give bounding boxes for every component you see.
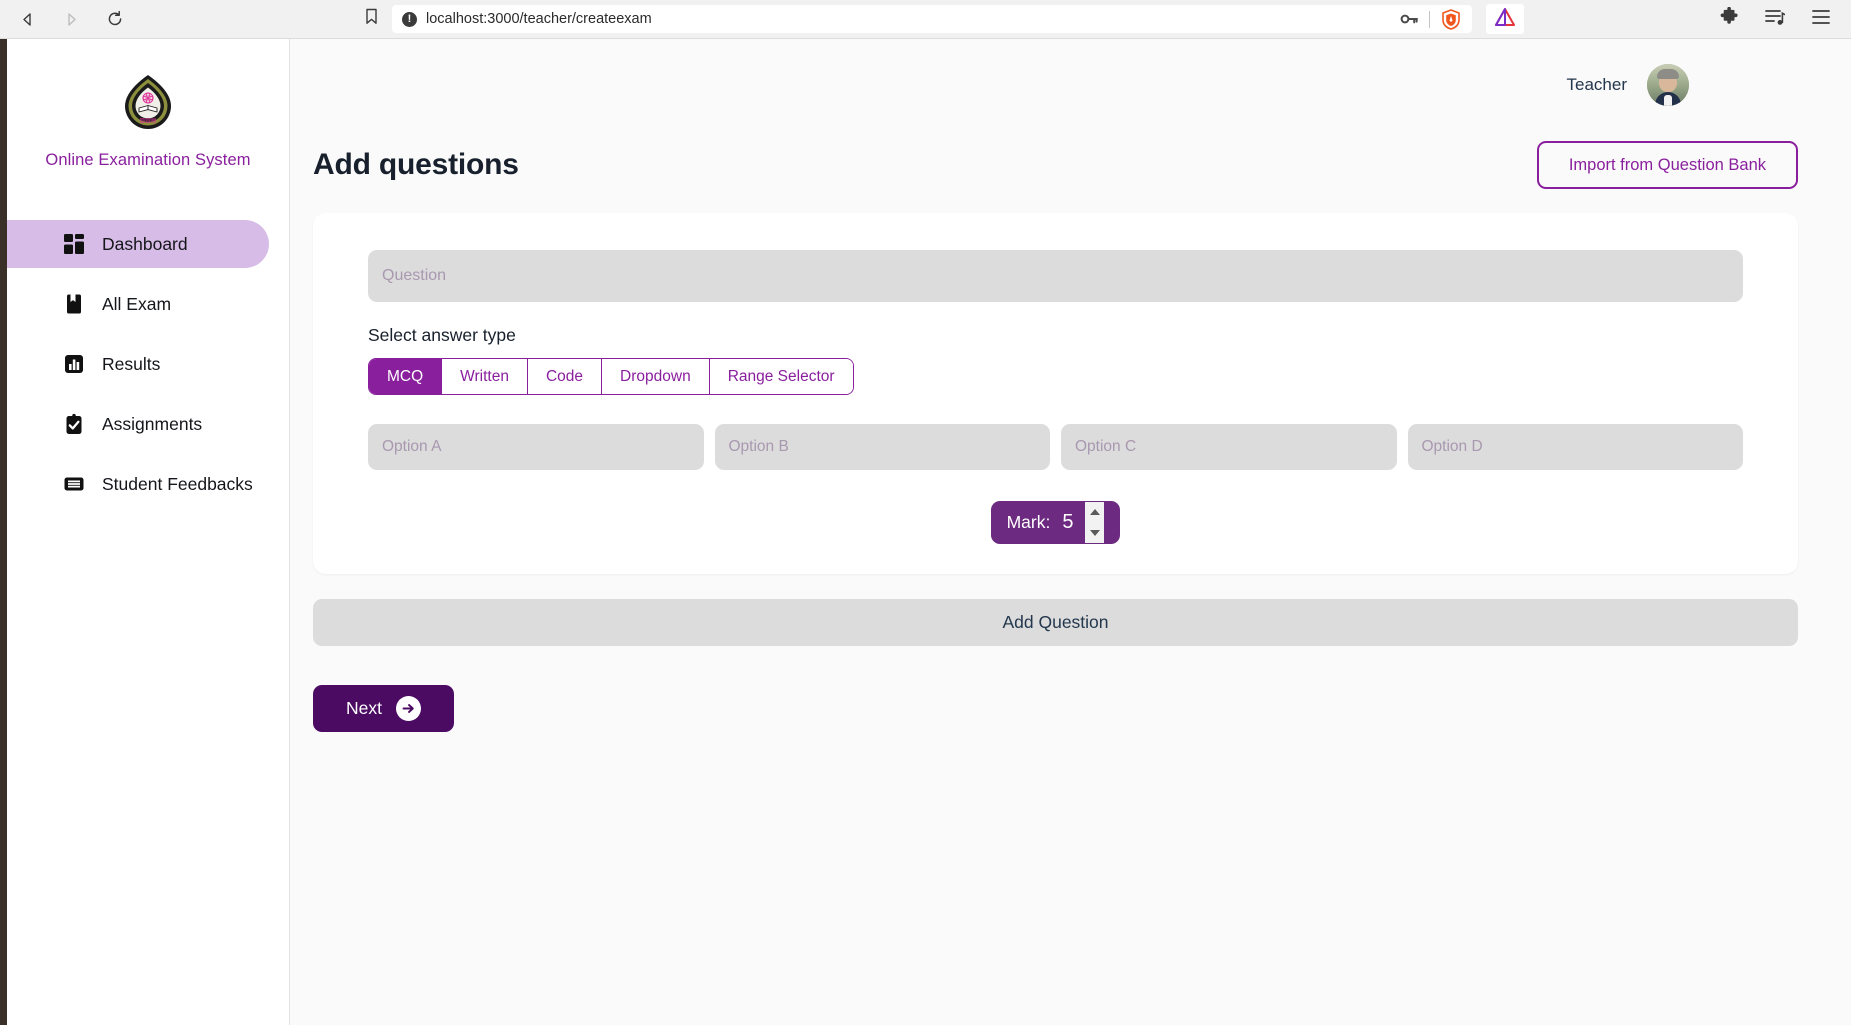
url-text: localhost:3000/teacher/createexam <box>426 11 652 27</box>
forward-arrow-icon <box>63 11 80 28</box>
page-title: Add questions <box>313 148 519 181</box>
mark-value[interactable]: 5 <box>1062 511 1073 534</box>
sidebar-item-results[interactable]: Results <box>7 340 289 388</box>
sidebar-item-student-feedbacks[interactable]: Student Feedbacks <box>7 460 289 508</box>
arrow-right-circle-icon <box>395 696 421 721</box>
playlist-button[interactable] <box>1763 7 1787 31</box>
top-user-bar: Teacher <box>291 39 1851 131</box>
mark-stepper[interactable]: Mark: 5 <box>990 501 1121 544</box>
book-icon <box>62 293 85 316</box>
sidebar-item-assignments[interactable]: Assignments <box>7 400 289 448</box>
option-d-input[interactable] <box>1407 424 1743 470</box>
option-a-input[interactable] <box>368 424 704 470</box>
bookmark-button[interactable] <box>360 8 382 30</box>
import-from-question-bank-button[interactable]: Import from Question Bank <box>1536 141 1798 189</box>
option-c-input[interactable] <box>1061 424 1397 470</box>
avatar-hair <box>1657 69 1679 79</box>
info-icon[interactable]: ! <box>402 11 417 27</box>
sidebar: ▨▧▤ Online Examination System Dashboard <box>7 39 290 1025</box>
option-b-input[interactable] <box>714 424 1050 470</box>
urlbar-right-icons <box>1399 8 1462 30</box>
add-question-button[interactable]: Add Question <box>313 599 1798 646</box>
options-row <box>368 424 1743 470</box>
question-card: Select answer type MCQ Written Code Drop… <box>313 213 1798 574</box>
mark-label: Mark: <box>1006 512 1051 532</box>
svg-text:▨▧▤: ▨▧▤ <box>139 117 156 124</box>
browser-nav-controls <box>0 6 360 32</box>
reload-icon <box>106 10 124 28</box>
brand-title: Online Examination System <box>45 151 251 169</box>
sidebar-item-dashboard[interactable]: Dashboard <box>7 220 269 268</box>
sidebar-item-label: Student Feedbacks <box>102 473 253 494</box>
reload-button[interactable] <box>102 6 128 32</box>
number-spinner-icon[interactable] <box>1085 502 1105 543</box>
playlist-icon <box>1765 8 1786 31</box>
sidebar-item-label: Results <box>102 353 161 374</box>
select-answer-type-label: Select answer type <box>368 325 516 345</box>
main-content: Teacher Add questions Import from Questi… <box>291 39 1851 1025</box>
forward-button[interactable] <box>58 6 84 32</box>
clipboard-check-icon <box>62 413 85 436</box>
next-button[interactable]: Next <box>313 685 454 732</box>
tab-dropdown[interactable]: Dropdown <box>602 359 710 394</box>
browser-toolbar-right <box>1717 6 1851 31</box>
puzzle-piece-icon <box>1720 6 1739 31</box>
browser-menu-button[interactable] <box>1809 7 1833 31</box>
logo-container: ▨▧▤ <box>7 72 289 132</box>
content-area: Select answer type MCQ Written Code Drop… <box>291 213 1851 732</box>
bat-rewards-button[interactable] <box>1486 4 1524 34</box>
university-crest-logo: ▨▧▤ <box>120 72 176 132</box>
back-arrow-icon <box>19 11 36 28</box>
tab-code[interactable]: Code <box>527 359 603 394</box>
browser-chrome: ! localhost:3000/teacher/createexam <box>0 0 1851 39</box>
grid-dashboard-icon <box>62 233 85 256</box>
page-root: ▨▧▤ Online Examination System Dashboard <box>0 39 1851 1025</box>
page-header: Add questions Import from Question Bank <box>291 141 1851 189</box>
extensions-button[interactable] <box>1717 6 1741 31</box>
question-input[interactable] <box>368 250 1743 302</box>
bat-triangle-icon <box>1494 7 1516 32</box>
url-input[interactable]: ! localhost:3000/teacher/createexam <box>392 5 1472 33</box>
answer-type-tabs: MCQ Written Code Dropdown Range Selector <box>368 358 854 395</box>
url-bar-area: ! localhost:3000/teacher/createexam <box>360 0 1717 39</box>
sidebar-item-label: Assignments <box>102 413 203 434</box>
key-icon[interactable] <box>1399 9 1419 29</box>
sidebar-item-label: All Exam <box>102 293 172 314</box>
feedback-list-icon <box>62 473 85 496</box>
toolbar-divider <box>1429 10 1430 28</box>
back-button[interactable] <box>14 6 40 32</box>
hamburger-menu-icon <box>1811 9 1831 30</box>
role-label: Teacher <box>1566 75 1627 94</box>
spinner-up-arrow[interactable] <box>1089 509 1100 516</box>
window-edge-strip <box>0 39 7 1025</box>
bar-chart-icon <box>62 353 85 376</box>
avatar[interactable] <box>1647 64 1689 106</box>
sidebar-item-label: Dashboard <box>102 233 188 254</box>
next-label: Next <box>346 698 382 718</box>
tab-written[interactable]: Written <box>442 359 528 394</box>
sidebar-item-all-exam[interactable]: All Exam <box>7 280 289 328</box>
spinner-down-arrow[interactable] <box>1089 529 1100 536</box>
tab-range-selector[interactable]: Range Selector <box>709 359 853 394</box>
sidebar-menu: Dashboard All Exam Results Assignments S… <box>7 220 289 508</box>
mark-row: Mark: 5 <box>368 501 1743 544</box>
avatar-shirt <box>1664 95 1672 106</box>
bookmark-icon <box>364 8 379 30</box>
tab-mcq[interactable]: MCQ <box>369 359 443 394</box>
brave-shield-icon[interactable] <box>1440 8 1462 30</box>
